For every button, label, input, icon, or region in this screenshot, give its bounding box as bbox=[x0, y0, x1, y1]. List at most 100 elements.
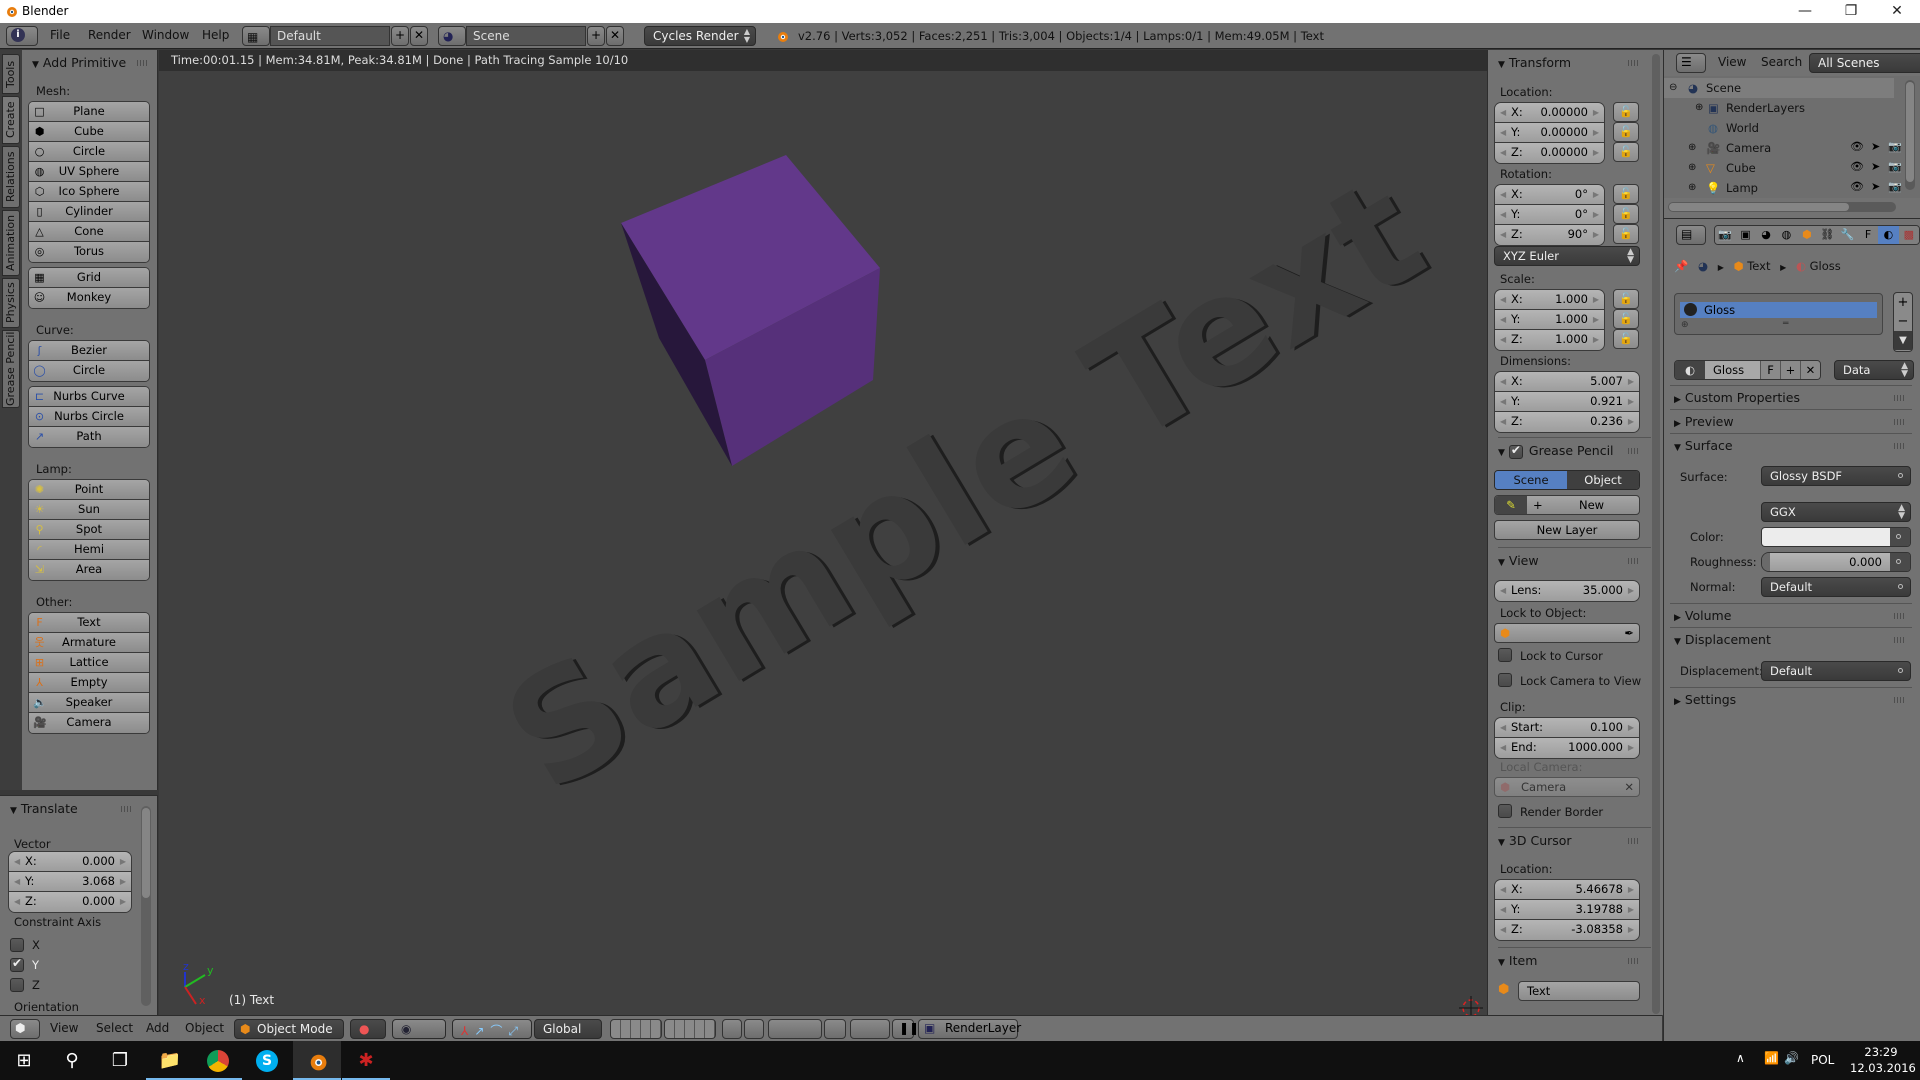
outliner-vscrollbar[interactable] bbox=[1905, 80, 1915, 190]
item-name-field[interactable]: Text bbox=[1518, 981, 1640, 1001]
surface-panel-header[interactable]: ▼ Surface bbox=[1664, 435, 1914, 459]
viewport-shading-dropdown[interactable]: ● bbox=[350, 1019, 386, 1039]
manipulator-buttons[interactable]: ⅄ ↗ ⌒ ⤢ bbox=[452, 1019, 532, 1039]
menu-object[interactable]: Object bbox=[185, 1021, 224, 1035]
constraints-tab-icon[interactable]: ⛓ bbox=[1817, 226, 1838, 244]
add-speaker-button[interactable]: 🔈 Speaker bbox=[29, 693, 149, 713]
material-slot-gloss[interactable]: Gloss bbox=[1680, 302, 1877, 318]
tab-animation[interactable]: Animation bbox=[2, 210, 20, 276]
selectable-cursor-icon[interactable]: ➤ bbox=[1871, 160, 1880, 173]
custom-properties-panel-header[interactable]: ▶ Custom Properties bbox=[1664, 387, 1914, 411]
rotation-mode-dropdown[interactable]: XYZ Euler ▲ ▼ bbox=[1494, 246, 1640, 266]
scrollbar-thumb[interactable] bbox=[142, 808, 150, 898]
rotation-z-field[interactable]: ◀ Z: 90° ▶ bbox=[1495, 225, 1604, 245]
add-lattice-button[interactable]: ⊞ Lattice bbox=[29, 653, 149, 673]
texture-tab-icon[interactable]: ▩ bbox=[1898, 226, 1919, 244]
close-button[interactable]: ✕ bbox=[1874, 0, 1920, 23]
grease-pencil-toggle[interactable] bbox=[1508, 443, 1523, 459]
add-uv-sphere-button[interactable]: ◍ UV Sphere bbox=[29, 162, 149, 182]
lock-scale-z[interactable]: 🔓 bbox=[1613, 329, 1639, 349]
expand-icon[interactable]: ⊕ bbox=[1688, 138, 1696, 158]
operator-scrollbar[interactable] bbox=[141, 806, 151, 1006]
add-sun-button[interactable]: ☀ Sun bbox=[29, 500, 149, 520]
grip-icon[interactable] bbox=[1628, 558, 1638, 564]
lock-location-z[interactable]: 🔓 bbox=[1613, 142, 1639, 162]
vector-x-field[interactable]: ◀ X: 0.000 ▶ bbox=[9, 852, 131, 872]
transform-orientation-dropdown[interactable]: Global bbox=[534, 1019, 602, 1039]
location-y-field[interactable]: ◀ Y: 0.00000 ▶ bbox=[1495, 123, 1604, 143]
grip-icon[interactable] bbox=[1894, 697, 1904, 703]
app-taskbar-button[interactable]: ✱ bbox=[342, 1041, 390, 1080]
add-primitive-panel-header[interactable]: ▼ Add Primitive bbox=[22, 52, 157, 76]
search-button[interactable]: ⚲ bbox=[48, 1041, 96, 1080]
transform-panel-header[interactable]: ▼ Transform bbox=[1488, 52, 1648, 76]
maximize-button[interactable]: ❐ bbox=[1828, 0, 1874, 23]
editor-type-info-button[interactable]: i bbox=[6, 26, 38, 46]
add-hemi-button[interactable]: ◜ Hemi bbox=[29, 540, 149, 560]
roughness-slider[interactable]: 0.000 bbox=[1762, 553, 1890, 571]
grip-icon[interactable] bbox=[1628, 958, 1638, 964]
delete-screen-button[interactable]: ✕ bbox=[410, 26, 428, 46]
add-monkey-button[interactable]: ☺ Monkey bbox=[29, 288, 149, 308]
lock-scale-x[interactable]: 🔓 bbox=[1613, 289, 1639, 309]
lock-camera-to-view-checkbox[interactable] bbox=[1498, 673, 1512, 687]
distribution-dropdown[interactable]: GGX ▲ ▼ bbox=[1761, 502, 1911, 522]
surface-shader-dropdown[interactable]: Glossy BSDF bbox=[1761, 466, 1911, 486]
lock-to-cursor-checkbox[interactable] bbox=[1498, 648, 1512, 662]
add-spot-button[interactable]: ⚲ Spot bbox=[29, 520, 149, 540]
skype-button[interactable]: S bbox=[243, 1041, 291, 1080]
material-name-field[interactable]: Gloss bbox=[1705, 361, 1760, 379]
add-icon[interactable]: ⊕ bbox=[1681, 320, 1689, 330]
chrome-button[interactable] bbox=[194, 1041, 242, 1080]
proportional-edit-button[interactable] bbox=[744, 1019, 764, 1039]
add-cylinder-button[interactable]: ▯ Cylinder bbox=[29, 202, 149, 222]
dimension-y-field[interactable]: ◀ Y: 0.921 ▶ bbox=[1495, 392, 1639, 412]
scale-x-field[interactable]: ◀ X: 1.000 ▶ bbox=[1495, 290, 1604, 310]
scene-selector[interactable]: ◕ bbox=[438, 26, 466, 46]
outliner-row-world[interactable]: ◍ World bbox=[1664, 118, 1894, 138]
menu-render[interactable]: Render bbox=[88, 28, 131, 42]
outliner-menu-view[interactable]: View bbox=[1718, 55, 1746, 69]
tab-physics[interactable]: Physics bbox=[2, 278, 20, 328]
visibility-eye-icon[interactable]: 👁 bbox=[1850, 140, 1864, 153]
scene-source-button[interactable]: Scene bbox=[1495, 471, 1567, 489]
lock-object-field[interactable]: ⬢ ✒ bbox=[1494, 623, 1640, 643]
displacement-panel-header[interactable]: ▼ Displacement bbox=[1664, 629, 1914, 653]
resize-grip-icon[interactable]: ═ bbox=[1783, 319, 1788, 329]
color-swatch[interactable] bbox=[1762, 528, 1890, 546]
menu-window[interactable]: Window bbox=[142, 28, 189, 42]
3d-viewport[interactable]: Time:00:01.15 | Mem:34.81M, Peak:34.81M … bbox=[159, 50, 1487, 1015]
renderable-camera-icon[interactable]: 📷 bbox=[1888, 160, 1902, 173]
clip-start-field[interactable]: ◀ Start: 0.100 ▶ bbox=[1495, 718, 1639, 738]
minimize-button[interactable]: — bbox=[1782, 0, 1828, 23]
pin-icon[interactable]: 📌 bbox=[1674, 259, 1688, 273]
blender-taskbar-button[interactable] bbox=[293, 1041, 341, 1080]
lock-location-y[interactable]: 🔓 bbox=[1613, 122, 1639, 142]
snap-grid-button[interactable] bbox=[824, 1019, 846, 1039]
add-plane-button[interactable]: □ Plane bbox=[29, 102, 149, 122]
lock-scale-y[interactable]: 🔓 bbox=[1613, 309, 1639, 329]
add-cube-button[interactable]: ⬢ Cube bbox=[29, 122, 149, 142]
lens-field[interactable]: ◀ Lens: 35.000 ▶ bbox=[1495, 581, 1639, 601]
grip-icon[interactable] bbox=[1894, 419, 1904, 425]
add-point-button[interactable]: ✺ Point bbox=[29, 480, 149, 500]
new-material-button[interactable]: + bbox=[1780, 361, 1800, 379]
displacement-dropdown[interactable]: Default bbox=[1761, 661, 1911, 681]
rotation-y-field[interactable]: ◀ Y: 0° ▶ bbox=[1495, 205, 1604, 225]
add-area-button[interactable]: ⇲ Area bbox=[29, 560, 149, 580]
outliner-hscrollbar[interactable] bbox=[1668, 202, 1896, 212]
add-torus-button[interactable]: ◎ Torus bbox=[29, 242, 149, 262]
lock-rotation-y[interactable]: 🔓 bbox=[1613, 204, 1639, 224]
menu-add[interactable]: Add bbox=[146, 1021, 169, 1035]
visibility-eye-icon[interactable]: 👁 bbox=[1850, 160, 1864, 173]
outliner-row-renderlayers[interactable]: ⊕ ▣ RenderLayers bbox=[1664, 98, 1894, 118]
cursor-x-field[interactable]: ◀ X: 5.46678 ▶ bbox=[1495, 880, 1639, 900]
file-explorer-button[interactable]: 📁 bbox=[146, 1041, 194, 1080]
editor-type-outliner-button[interactable]: ☰ bbox=[1676, 53, 1706, 73]
screen-layout-field[interactable]: Default bbox=[270, 26, 390, 46]
color-socket-button[interactable] bbox=[1890, 528, 1910, 546]
layer-buttons-1[interactable] bbox=[610, 1019, 662, 1039]
roughness-socket-button[interactable] bbox=[1890, 553, 1910, 571]
editor-type-3d-view-button[interactable]: ⬢ bbox=[10, 1019, 40, 1039]
expand-icon[interactable]: ⊕ bbox=[1688, 178, 1696, 198]
